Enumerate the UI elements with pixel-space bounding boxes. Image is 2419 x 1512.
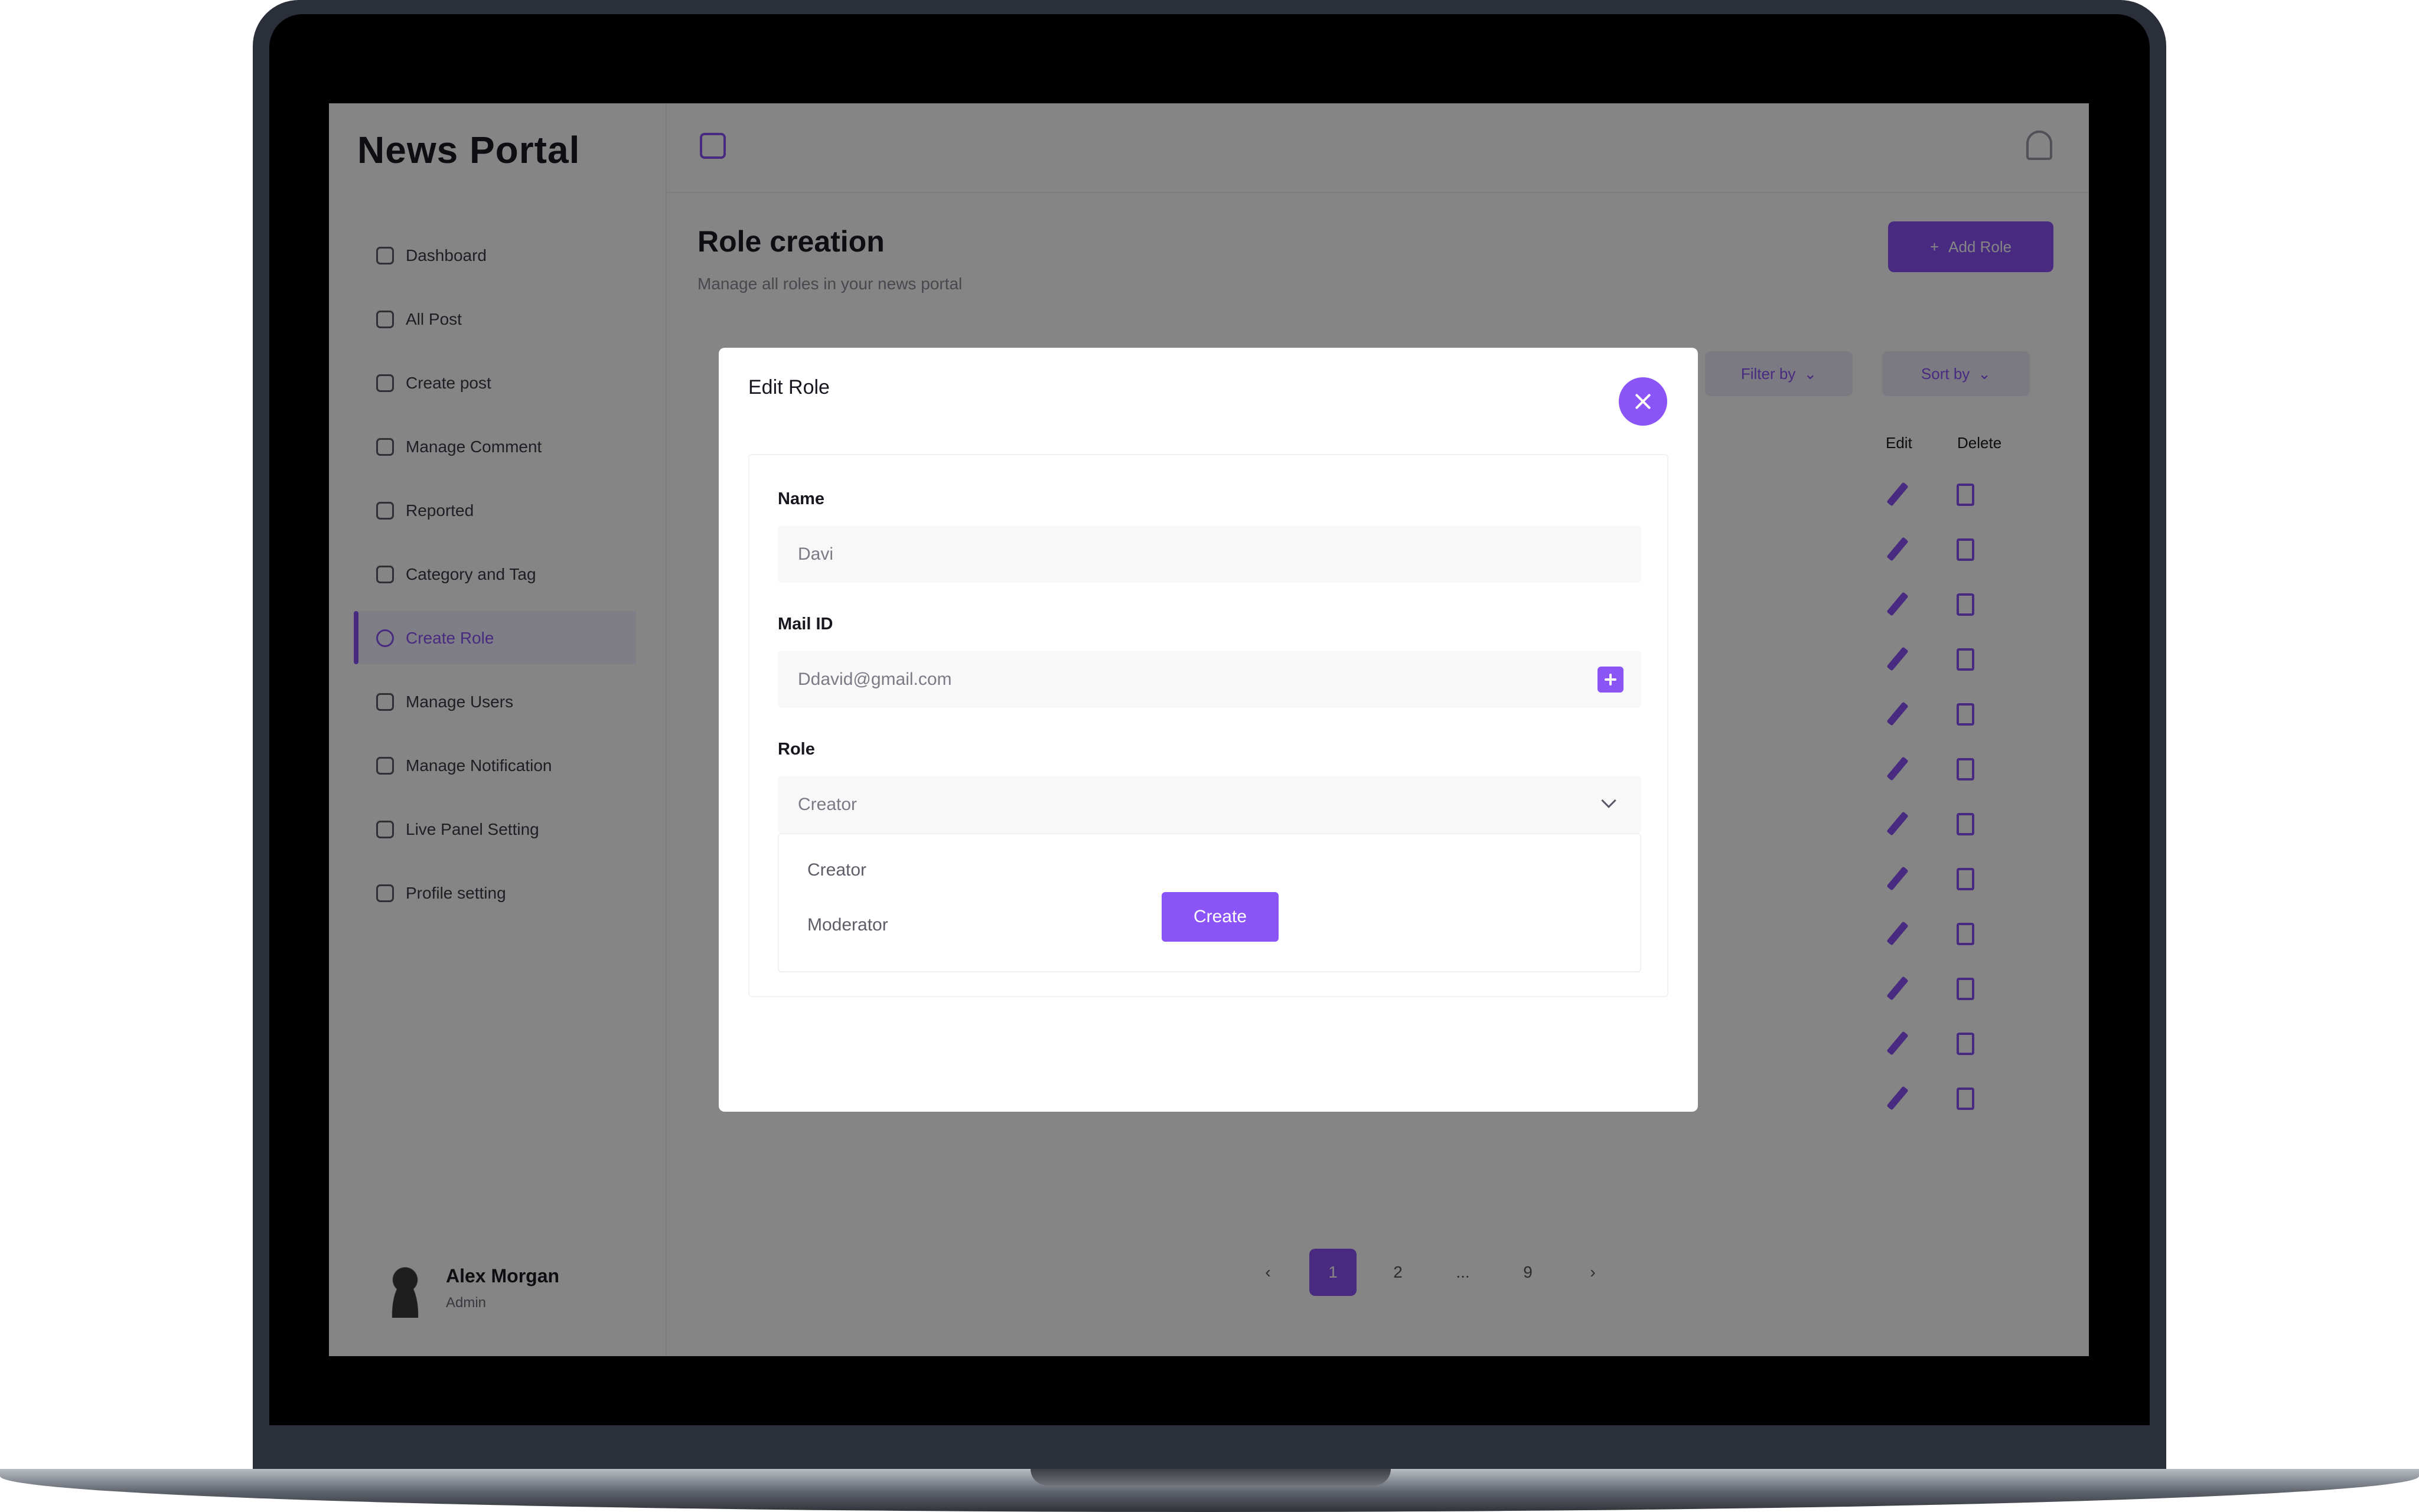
laptop-hinge-notch (1031, 1469, 1391, 1485)
role-select[interactable]: Creator (778, 776, 1641, 833)
role-option-moderator[interactable]: Moderator (807, 915, 888, 935)
edit-role-modal: Edit Role Name Davi Mail ID Ddavid@gmail… (719, 348, 1698, 1112)
role-option-creator[interactable]: Creator (807, 860, 866, 880)
mail-id-input-value: Ddavid@gmail.com (798, 670, 952, 689)
name-input-value: Davi (798, 544, 834, 564)
name-input[interactable]: Davi (778, 526, 1641, 583)
create-button[interactable]: Create (1162, 892, 1279, 942)
modal-title: Edit Role (748, 376, 830, 399)
role-label: Role (778, 740, 815, 759)
mail-id-input[interactable]: Ddavid@gmail.com (778, 651, 1641, 708)
name-label: Name (778, 489, 824, 508)
add-mail-plus-icon[interactable] (1598, 667, 1623, 693)
screen: News Portal Dashboard All Post Create po… (329, 103, 2089, 1356)
close-icon[interactable] (1619, 377, 1667, 426)
chevron-down-icon (1601, 793, 1616, 808)
role-select-value: Creator (798, 795, 858, 814)
mail-id-label: Mail ID (778, 615, 833, 633)
